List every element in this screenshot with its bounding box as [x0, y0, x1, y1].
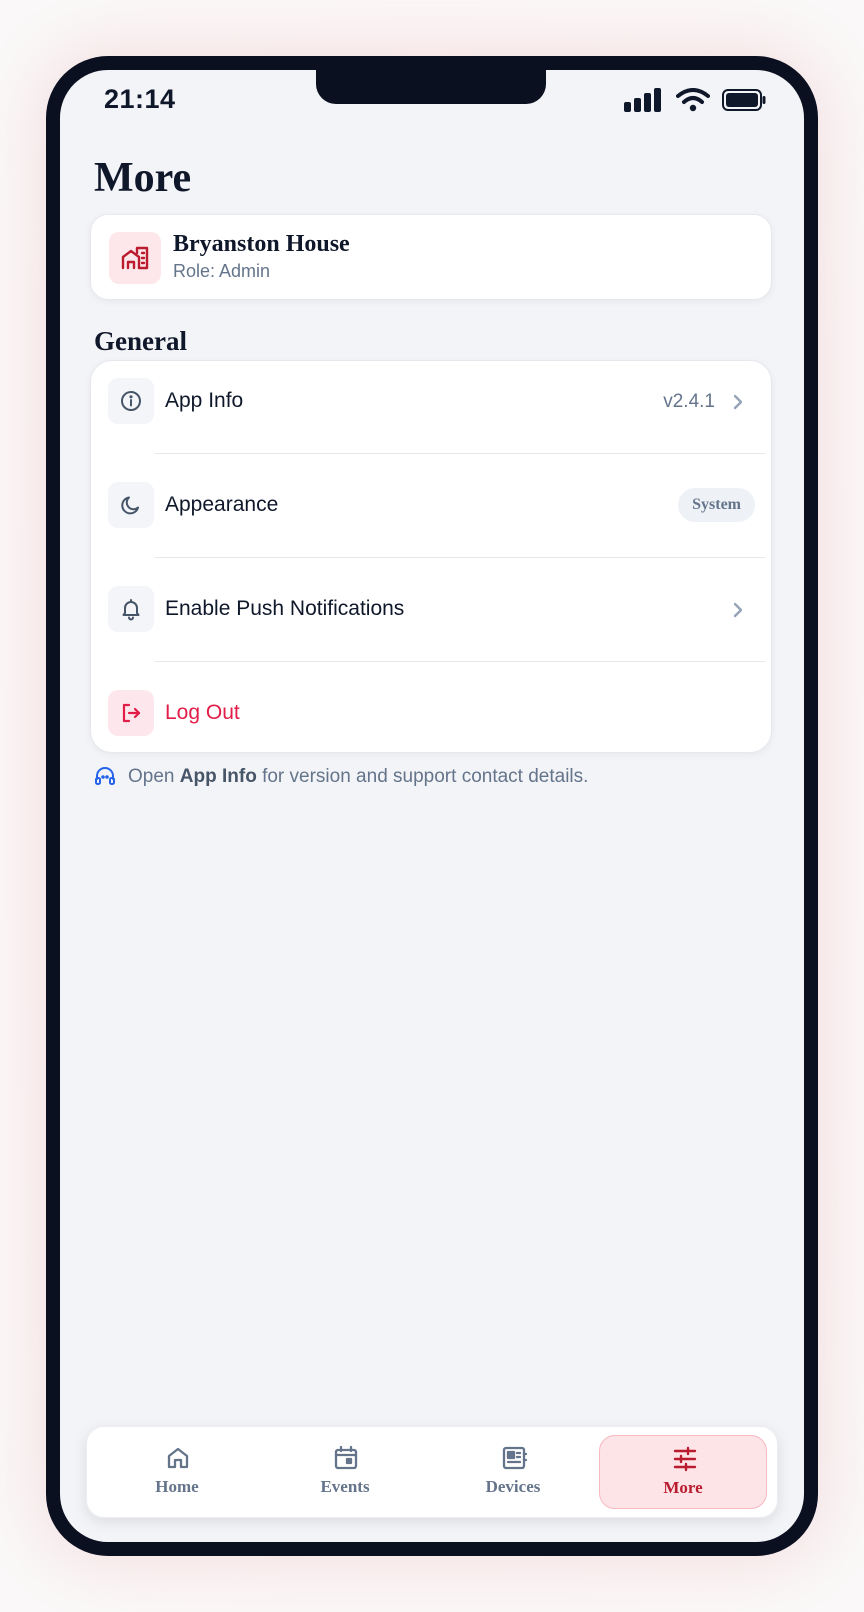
tab-label: Devices — [485, 1477, 541, 1496]
sliders-icon — [673, 1446, 697, 1472]
settings-row-app-info[interactable]: App Info v2.4.1 — [91, 361, 771, 465]
status-time: 21:14 — [104, 84, 176, 114]
divider — [155, 661, 765, 662]
moon-icon — [108, 482, 154, 528]
divider — [155, 453, 765, 454]
phone-screen: 21:14 More Bryanston House Role: Admin G… — [60, 70, 804, 1542]
info-hint: Open App Info for version and support co… — [94, 766, 588, 788]
settings-card: App Info v2.4.1 Appearance System Enable… — [90, 360, 772, 753]
bell-icon — [108, 586, 154, 632]
devices-icon — [502, 1446, 527, 1470]
chevron-right-icon — [733, 394, 743, 410]
stage: 21:14 More Bryanston House Role: Admin G… — [0, 0, 864, 1612]
settings-row-label: Enable Push Notifications — [165, 597, 405, 620]
divider — [155, 557, 765, 558]
info-icon — [108, 378, 154, 424]
tab-events[interactable]: Events — [261, 1435, 429, 1509]
battery-icon — [722, 89, 766, 111]
tab-label: Home — [155, 1477, 199, 1496]
tab-devices[interactable]: Devices — [429, 1435, 597, 1509]
tab-more[interactable]: More — [599, 1435, 767, 1509]
phone-frame: 21:14 More Bryanston House Role: Admin G… — [46, 56, 818, 1556]
chevron-right-icon — [733, 602, 743, 618]
home-building-icon — [109, 232, 161, 284]
notch — [316, 70, 546, 104]
appearance-mode-badge[interactable]: System — [678, 488, 755, 522]
signal-icon — [624, 88, 661, 112]
support-icon — [95, 767, 115, 785]
settings-row-push-notifications[interactable]: Enable Push Notifications — [91, 569, 771, 673]
user-role: Role: Admin — [173, 261, 271, 281]
settings-row-appearance[interactable]: Appearance System — [91, 465, 771, 569]
profile-card[interactable]: Bryanston House Role: Admin — [90, 214, 772, 300]
section-title-general: General — [94, 326, 187, 356]
logout-icon — [108, 690, 154, 736]
hint-suffix: for version and support contact details. — [262, 766, 589, 787]
wifi-icon — [676, 88, 710, 112]
property-name: Bryanston House — [173, 231, 350, 257]
settings-row-label: Log Out — [165, 701, 240, 724]
settings-row-log-out[interactable]: Log Out — [91, 673, 771, 752]
tab-home[interactable]: Home — [93, 1435, 261, 1509]
tab-label: Events — [320, 1477, 370, 1496]
calendar-icon — [334, 1445, 358, 1470]
home-icon — [167, 1447, 189, 1469]
hint-app-info-link[interactable]: App Info — [180, 766, 257, 788]
status-icons — [624, 88, 766, 112]
app-version: v2.4.1 — [663, 391, 715, 412]
bottom-tab-bar: Home Events Devices More — [86, 1426, 778, 1518]
settings-row-label: App Info — [165, 389, 244, 412]
page-title: More — [94, 155, 192, 201]
tab-label: More — [663, 1478, 703, 1497]
hint-prefix: Open — [128, 766, 175, 787]
settings-row-label: Appearance — [165, 493, 279, 516]
